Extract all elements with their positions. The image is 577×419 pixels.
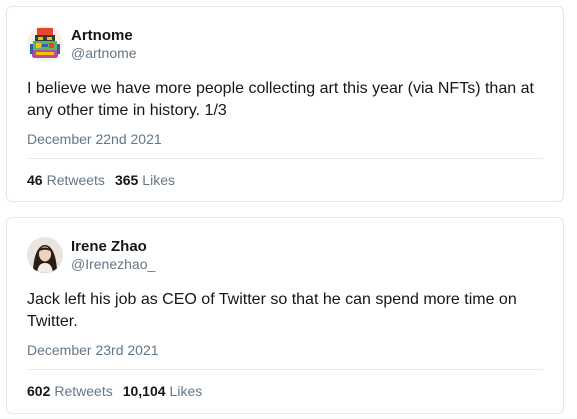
likes-stat[interactable]: 10,104 Likes [123,383,203,399]
tweet-stats: 46 Retweets 365 Likes [27,172,175,188]
tweet-text: I believe we have more people collecting… [27,80,534,119]
tweet-date[interactable]: December 22nd 2021 [27,131,162,147]
tweet-header: Irene Zhao @Irenezhao_ [27,237,155,273]
retweets-count: 46 [27,172,43,188]
tweet-card[interactable]: Artnome @artnome I believe we have more … [6,6,564,202]
profile-photo-avatar-icon [27,237,63,273]
tweet-text: Jack left his job as CEO of Twitter so t… [27,291,517,330]
avatar[interactable] [27,26,63,62]
author-names: Artnome @artnome [71,27,137,62]
retweets-stat[interactable]: 602 Retweets [27,383,113,399]
user-handle[interactable]: @artnome [71,45,137,62]
display-name[interactable]: Irene Zhao [71,238,155,256]
likes-count: 365 [114,172,139,188]
tweet-date[interactable]: December 23rd 2021 [27,342,159,358]
likes-count: 10,104 [122,383,166,399]
retweets-count: 602 [27,383,51,399]
retweets-label: Retweets [54,383,113,399]
likes-label: Likes [169,383,203,399]
tweet-feed: Artnome @artnome I believe we have more … [0,0,577,419]
likes-label: Likes [142,172,175,188]
artnome-logo-avatar-icon [27,26,63,62]
divider [27,158,543,159]
author-names: Irene Zhao @Irenezhao_ [71,238,155,273]
tweet-card[interactable]: Irene Zhao @Irenezhao_ Jack left his job… [6,217,564,414]
tweet-stats: 602 Retweets 10,104 Likes [27,383,202,399]
likes-stat[interactable]: 365 Likes [115,172,175,188]
retweets-stat[interactable]: 46 Retweets [27,172,105,188]
divider [27,369,543,370]
user-handle[interactable]: @Irenezhao_ [71,256,155,273]
avatar[interactable] [27,237,63,273]
tweet-header: Artnome @artnome [27,26,137,62]
retweets-label: Retweets [46,172,105,188]
display-name[interactable]: Artnome [71,27,137,45]
